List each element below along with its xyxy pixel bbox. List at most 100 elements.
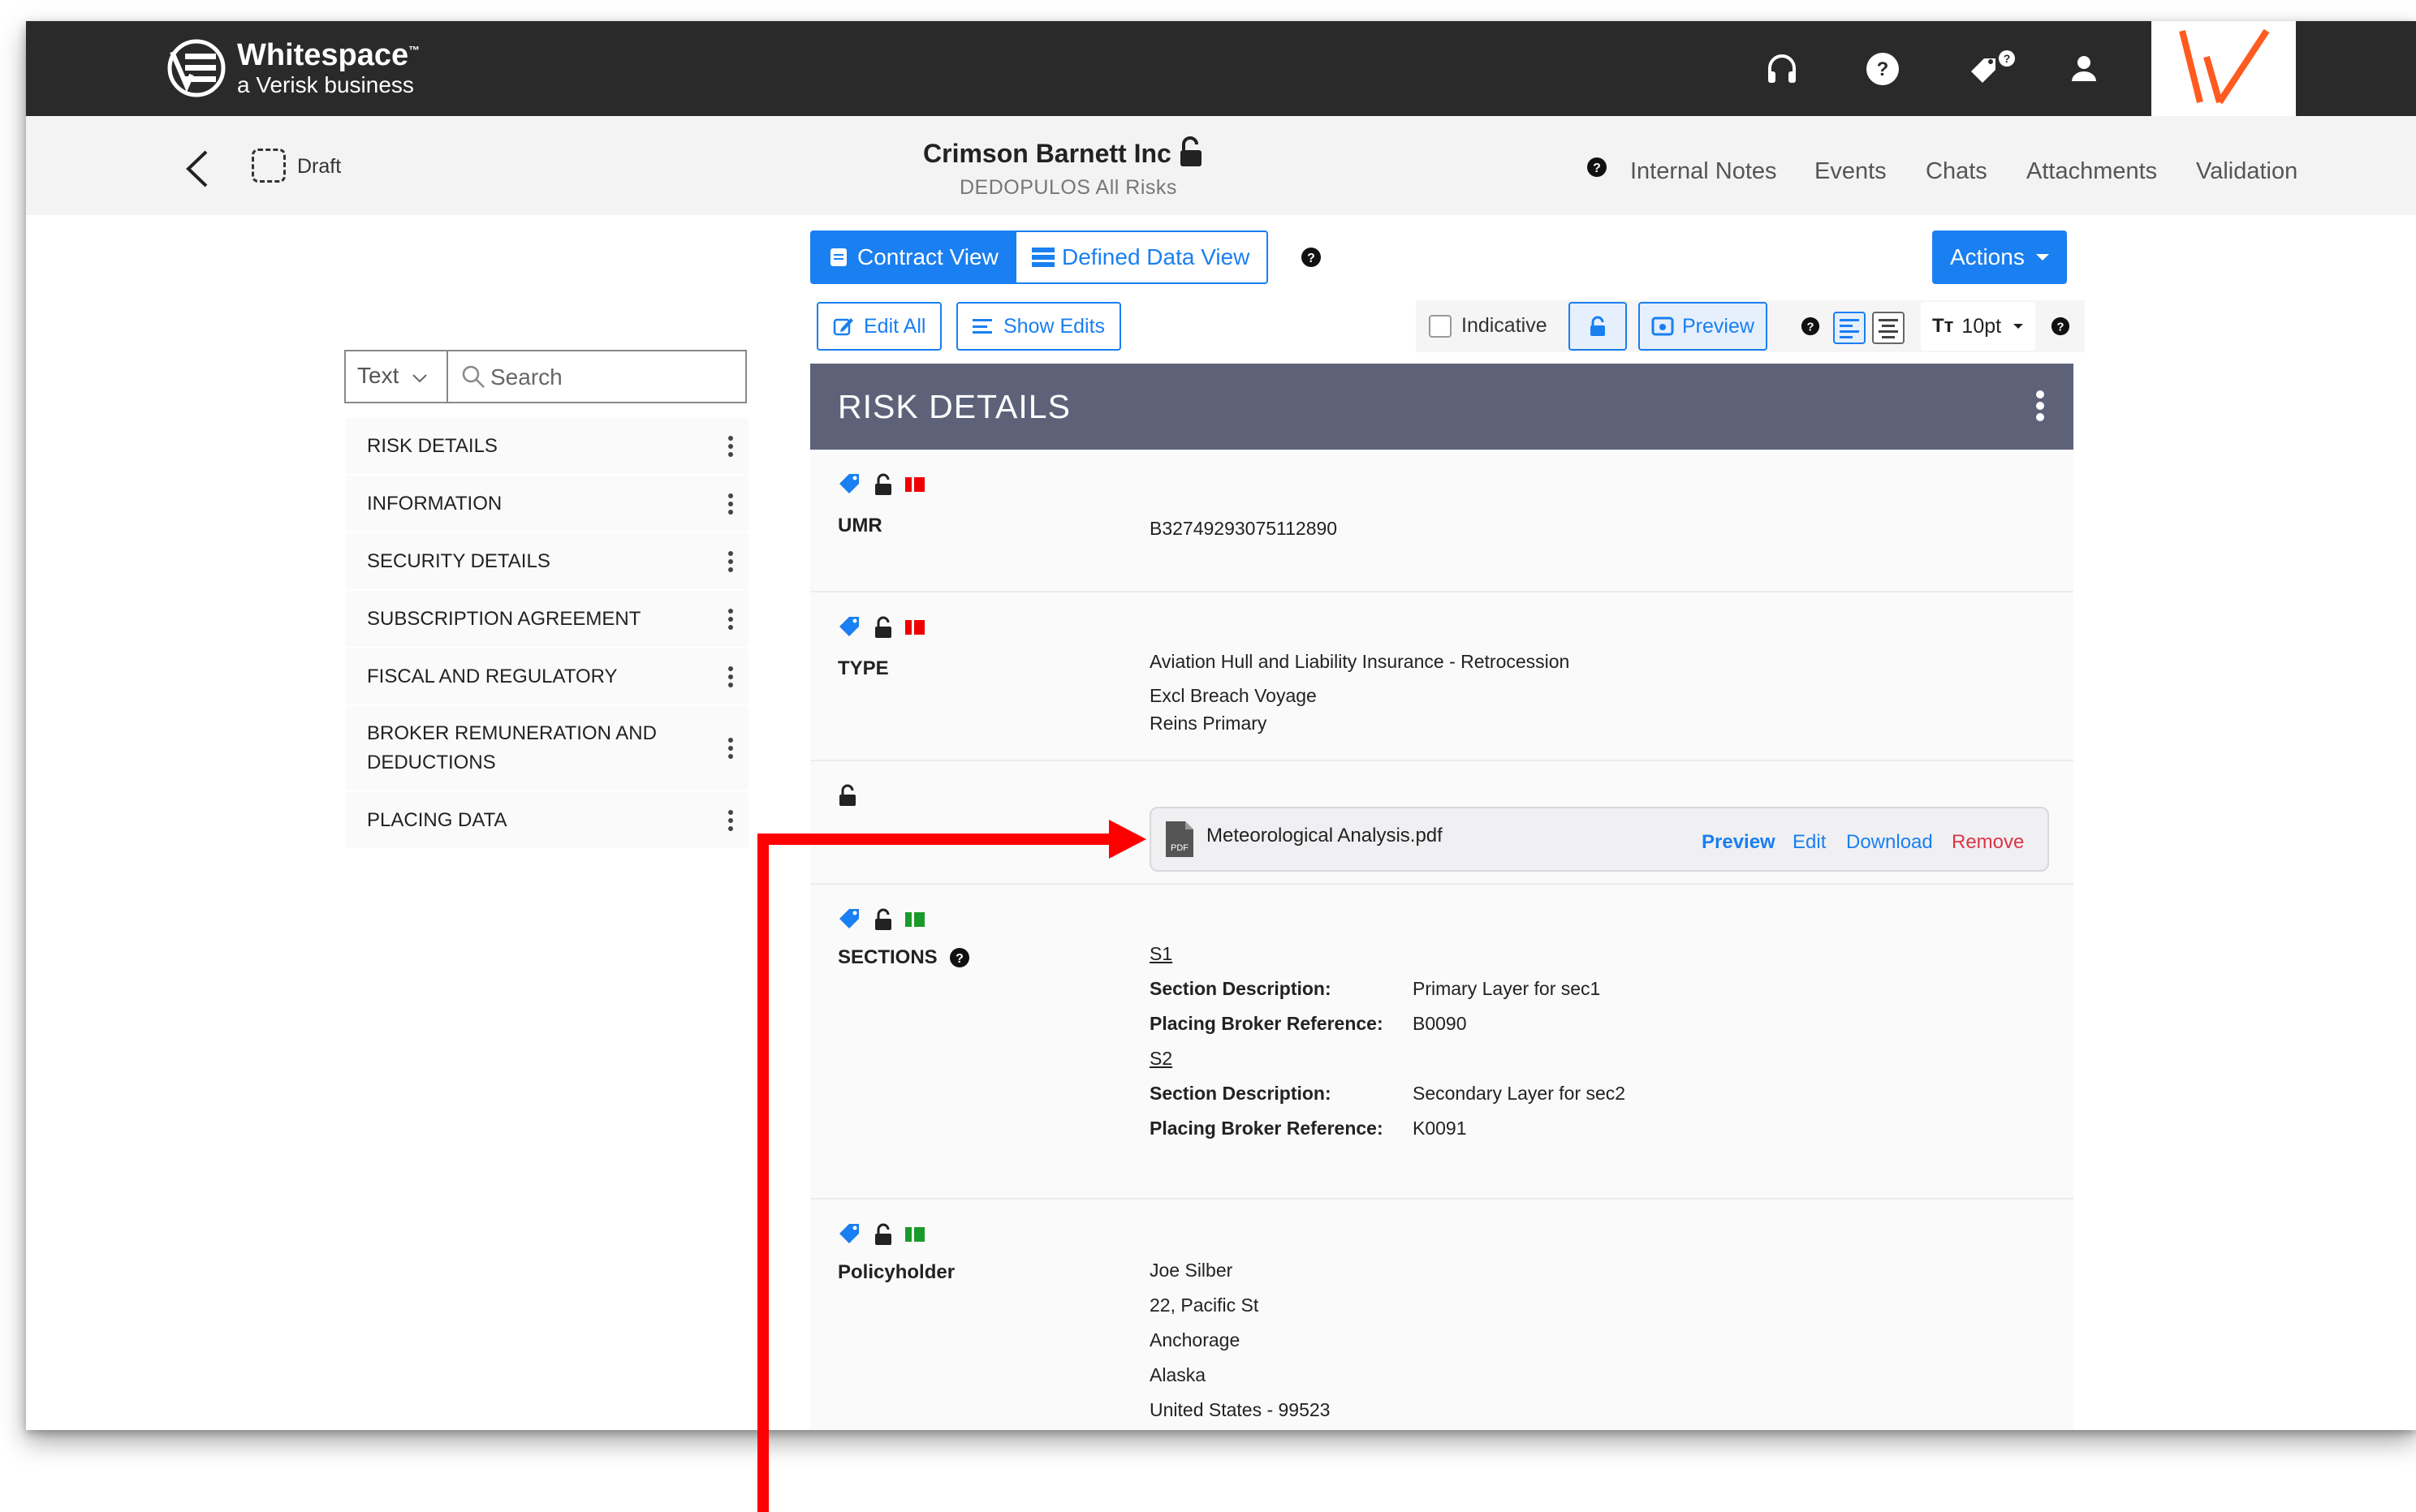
kebab-menu-icon[interactable] xyxy=(2034,390,2046,422)
policyholder-values: Joe Silber 22, Pacific St Anchorage Alas… xyxy=(1150,1253,1330,1428)
umr-value: B32749293075112890 xyxy=(1150,518,1338,539)
kebab-menu-icon[interactable] xyxy=(723,549,739,574)
sections-label-row: SECTIONS ? xyxy=(838,946,970,969)
app-window: Whitespace™ a Verisk business ? ? Draft … xyxy=(26,21,2416,1430)
nav-item-placing-data[interactable]: PLACING DATA xyxy=(346,792,749,850)
type-value: Reins Primary xyxy=(1150,713,1267,734)
align-center-icon[interactable] xyxy=(1872,312,1905,344)
policyholder-line: Joe Silber xyxy=(1150,1260,1233,1281)
section-description-label: Section Description: xyxy=(1150,978,1331,999)
actions-dropdown[interactable]: Actions xyxy=(1932,230,2067,284)
align-left-icon[interactable] xyxy=(1833,312,1866,344)
attachment-download-link[interactable]: Download xyxy=(1846,831,1933,854)
help-icon[interactable]: ? xyxy=(949,947,970,968)
type-clause[interactable]: TYPE Aviation Hull and Liability Insuran… xyxy=(810,592,2073,761)
kebab-menu-icon[interactable] xyxy=(723,665,739,689)
nav-internal-notes[interactable]: Internal Notes xyxy=(1630,158,1777,185)
nav-item-broker-remuneration[interactable]: BROKER REMUNERATION AND DEDUCTIONS xyxy=(346,706,749,792)
nav-validation[interactable]: Validation xyxy=(2196,158,2297,185)
tag-help-icon[interactable]: ? xyxy=(1966,50,2015,88)
sections-values: S1 Section Description: Primary Layer for… xyxy=(1150,937,1625,1146)
svg-text:?: ? xyxy=(956,952,964,966)
help-icon[interactable]: ? xyxy=(2051,317,2070,336)
search-input[interactable]: Search xyxy=(447,350,747,403)
attachment-edit-link[interactable]: Edit xyxy=(1793,831,1826,854)
type-value: Aviation Hull and Liability Insurance - … xyxy=(1150,651,1570,672)
unlock-icon[interactable] xyxy=(874,616,893,639)
nav-chats[interactable]: Chats xyxy=(1926,158,1987,185)
clause-icons xyxy=(838,1222,925,1247)
headset-icon[interactable] xyxy=(1763,50,1801,88)
help-icon[interactable]: ? xyxy=(1586,157,1607,178)
section-id[interactable]: S1 xyxy=(1150,937,1625,971)
policyholder-line: 22, Pacific St xyxy=(1150,1294,1259,1316)
attachment-remove-link[interactable]: Remove xyxy=(1952,831,2024,854)
defined-data-view-button[interactable]: Defined Data View xyxy=(1015,230,1268,284)
section-nav: RISK DETAILS INFORMATION SECURITY DETAIL… xyxy=(346,418,749,850)
contract-view-button[interactable]: Contract View xyxy=(810,230,1015,284)
kebab-menu-icon[interactable] xyxy=(723,492,739,516)
svg-text:?: ? xyxy=(2004,52,2011,65)
red-flag-icon xyxy=(905,620,925,635)
unlock-icon[interactable] xyxy=(1177,136,1205,168)
clause-icons xyxy=(838,784,857,807)
nav-item-information[interactable]: INFORMATION xyxy=(346,476,749,533)
search-type-dropdown[interactable]: Text xyxy=(344,350,447,403)
sections-label: SECTIONS xyxy=(838,946,938,968)
nav-item-label: FISCAL AND REGULATORY xyxy=(367,665,618,687)
document-icon xyxy=(830,248,847,266)
nav-item-security-details[interactable]: SECURITY DETAILS xyxy=(346,533,749,591)
whitespace-logo[interactable]: Whitespace™ a Verisk business xyxy=(166,37,420,99)
edit-all-label: Edit All xyxy=(864,314,926,338)
search-icon xyxy=(462,365,485,388)
font-size-dropdown[interactable]: Tт 10pt xyxy=(1921,302,2036,351)
umr-clause[interactable]: UMR B32749293075112890 xyxy=(810,450,2073,592)
placing-broker-ref-value: B0090 xyxy=(1413,1013,1467,1034)
unlock-icon[interactable] xyxy=(838,784,857,807)
edit-all-button[interactable]: Edit All xyxy=(817,302,943,351)
unlock-icon[interactable] xyxy=(874,473,893,496)
attachment-filename[interactable]: Meteorological Analysis.pdf xyxy=(1206,825,1443,847)
tag-icon[interactable] xyxy=(838,615,862,640)
help-icon[interactable]: ? xyxy=(1801,317,1820,336)
unlock-icon xyxy=(1590,316,1605,336)
policyholder-line: Alaska xyxy=(1150,1364,1206,1385)
tag-icon[interactable] xyxy=(838,907,862,932)
placing-broker-ref-row: Placing Broker Reference: K0091 xyxy=(1150,1111,1625,1146)
nav-events[interactable]: Events xyxy=(1814,158,1887,185)
indicative-checkbox[interactable] xyxy=(1429,315,1452,338)
user-icon[interactable] xyxy=(2065,50,2103,88)
show-edits-button[interactable]: Show Edits xyxy=(956,302,1122,351)
attachment-preview-link[interactable]: Preview xyxy=(1702,831,1775,854)
tag-icon[interactable] xyxy=(838,472,862,497)
kebab-menu-icon[interactable] xyxy=(723,736,739,760)
logo-subtitle: a Verisk business xyxy=(237,72,414,97)
attachment-clause[interactable]: PDF Meteorological Analysis.pdf Preview … xyxy=(810,761,2073,885)
nav-item-fiscal-and-regulatory[interactable]: FISCAL AND REGULATORY xyxy=(346,648,749,706)
policyholder-clause[interactable]: Policyholder Joe Silber 22, Pacific St A… xyxy=(810,1200,2073,1430)
top-bar: Whitespace™ a Verisk business ? ? xyxy=(26,21,2416,123)
kebab-menu-icon[interactable] xyxy=(723,808,739,833)
unlock-icon[interactable] xyxy=(874,1223,893,1246)
kebab-menu-icon[interactable] xyxy=(723,434,739,459)
section-id[interactable]: S2 xyxy=(1150,1041,1625,1076)
kebab-menu-icon[interactable] xyxy=(723,607,739,631)
draft-status-label: Draft xyxy=(297,155,342,178)
nav-item-risk-details[interactable]: RISK DETAILS xyxy=(346,418,749,476)
type-values: Aviation Hull and Liability Insurance - … xyxy=(1150,648,1569,737)
svg-text:?: ? xyxy=(2056,321,2064,334)
sections-clause[interactable]: SECTIONS ? S1 Section Description: Primar… xyxy=(810,885,2073,1200)
help-icon[interactable]: ? xyxy=(1864,50,1901,88)
unlock-icon[interactable] xyxy=(874,908,893,931)
verisk-w-icon xyxy=(2179,28,2270,105)
logo-tm: ™ xyxy=(408,43,421,57)
help-icon[interactable]: ? xyxy=(1301,247,1322,268)
section-description-value: Primary Layer for sec1 xyxy=(1413,978,1601,999)
preview-button[interactable]: Preview xyxy=(1638,302,1767,351)
policyholder-line: Anchorage xyxy=(1150,1329,1240,1350)
nav-attachments[interactable]: Attachments xyxy=(2026,158,2157,185)
back-icon[interactable] xyxy=(180,149,216,189)
tag-icon[interactable] xyxy=(838,1222,862,1247)
lock-toggle-button[interactable] xyxy=(1568,302,1627,351)
nav-item-subscription-agreement[interactable]: SUBSCRIPTION AGREEMENT xyxy=(346,591,749,648)
